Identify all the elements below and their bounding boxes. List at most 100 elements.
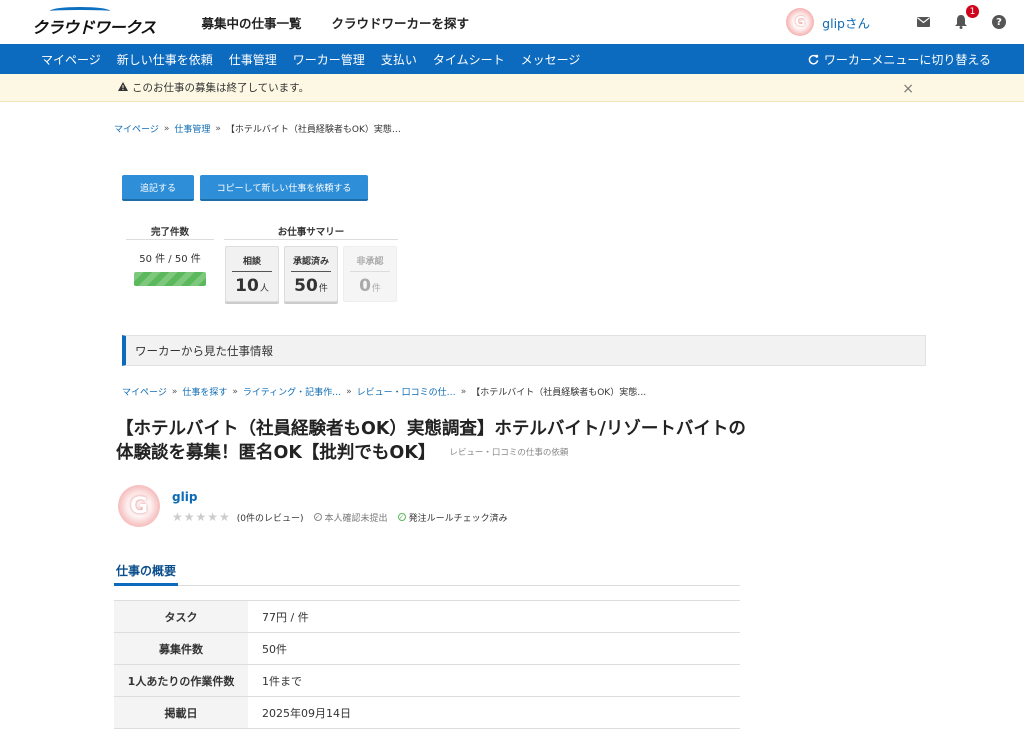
check-circle-icon: ✓ <box>397 513 406 521</box>
nav-worker-management[interactable]: ワーカー管理 <box>293 51 365 68</box>
job-title-block: 【ホテルバイト（社員経験者もOK）実態調査】ホテルバイト/リゾートバイトの体験談… <box>116 417 756 465</box>
overview-title: 仕事の概要 <box>114 559 179 586</box>
job-summary-panel: お仕事サマリー 相談 10人 承認済み 50件 非承認 0件 <box>224 222 398 302</box>
completed-count-value: 50 件 / 50 件 <box>139 254 201 265</box>
job-title: 【ホテルバイト（社員経験者もOK）実態調査】ホテルバイト/リゾートバイトの体験談… <box>116 419 746 463</box>
nav-messages[interactable]: メッセージ <box>521 51 581 68</box>
closed-job-alert: このお仕事の募集は終了しています。 × <box>0 74 1024 102</box>
client-details: glip ★★★★★ (0件のレビュー) ✓ 本人確認未提出 ✓ 発注ルールチェック… <box>172 490 518 524</box>
breadcrumb-separator: » <box>171 386 178 397</box>
summary-box-unit: 件 <box>371 284 381 294</box>
breadcrumb-current: 【ホテルバイト（社員経験者もOK）実態… <box>471 388 647 398</box>
table-row: 1人あたりの作業件数 1件まで <box>114 664 740 697</box>
identity-status-label: 本人確認未提出 <box>324 513 388 524</box>
client-avatar[interactable]: G <box>118 485 160 527</box>
logo-text: クラウドワークス <box>32 17 156 37</box>
nav-timesheet[interactable]: タイムシート <box>433 51 505 68</box>
summary-box-unit: 件 <box>318 284 328 294</box>
breadcrumb-separator: » <box>460 386 467 397</box>
job-category[interactable]: レビュー・口コミの仕事の依頼 <box>449 448 568 458</box>
header-user-area: G glipさん 1 ? <box>786 5 1008 36</box>
summary-box-label: 相談 <box>232 247 272 272</box>
jobs-list-link[interactable]: 募集中の仕事一覧 <box>202 13 302 32</box>
breadcrumb-reviews[interactable]: レビュー・口コミの仕… <box>357 385 456 398</box>
nav-new-job[interactable]: 新しい仕事を依頼 <box>117 51 213 68</box>
summary-box-number: 0件 <box>344 276 396 296</box>
bell-icon[interactable]: 1 <box>952 5 979 31</box>
table-row: 掲載日 2025年09月14日 <box>114 696 740 729</box>
job-summary-title: お仕事サマリー <box>224 222 398 240</box>
row-value: 77円 / 件 <box>248 600 740 633</box>
main-content: マイページ » 仕事管理 » 【ホテルバイト（社員経験者もOK）実態… 追記する… <box>114 122 926 729</box>
rating-stars: ★★★★★ <box>172 510 231 524</box>
completed-progress-bar <box>134 272 206 286</box>
warning-icon <box>118 81 128 94</box>
nav-job-management[interactable]: 仕事管理 <box>229 51 277 68</box>
alert-message: このお仕事の募集は終了しています。 <box>132 82 310 94</box>
summary-consultation-box[interactable]: 相談 10人 <box>225 246 279 302</box>
action-buttons: 追記する コピーして新しい仕事を依頼する <box>122 175 368 201</box>
identity-status: ✓ 本人確認未提出 <box>313 511 388 524</box>
section-title: ワーカーから見た仕事情報 <box>122 335 926 366</box>
row-key: 募集件数 <box>114 632 248 665</box>
rules-status: ✓ 発注ルールチェック済み <box>397 511 508 524</box>
completed-count-title: 完了件数 <box>126 222 214 240</box>
overview-tab-bar: 仕事の概要 <box>114 559 740 586</box>
switch-to-worker-menu[interactable]: ワーカーメニューに切り替える <box>808 51 991 68</box>
summary-approved-box[interactable]: 承認済み 50件 <box>284 246 338 302</box>
summary-box-value: 50 <box>294 276 318 296</box>
crowdworks-logo[interactable]: クラウドワークス <box>32 6 156 38</box>
breadcrumb-mypage[interactable]: マイページ <box>122 385 167 398</box>
close-icon[interactable]: × <box>902 81 914 97</box>
refresh-icon <box>808 54 819 64</box>
row-value: 2025年09月14日 <box>248 696 740 729</box>
find-workers-link[interactable]: クラウドワーカーを探す <box>332 13 470 32</box>
breadcrumb-current: 【ホテルバイト（社員経験者もOK）実態… <box>225 125 401 135</box>
row-key: 1人あたりの作業件数 <box>114 664 248 697</box>
row-value: 1件まで <box>248 664 740 697</box>
notification-badge: 1 <box>966 5 979 18</box>
copy-job-button[interactable]: コピーして新しい仕事を依頼する <box>200 175 368 201</box>
row-key: タスク <box>114 600 248 633</box>
client-info: G glip ★★★★★ (0件のレビュー) ✓ 本人確認未提出 ✓ 発注ルールチェ… <box>118 485 518 527</box>
help-symbol: ? <box>992 15 1006 29</box>
summary-rejected-box: 非承認 0件 <box>343 246 397 302</box>
job-stats: 完了件数 50 件 / 50 件 お仕事サマリー 相談 10人 承認済み 50件… <box>126 222 398 302</box>
summary-box-label: 承認済み <box>291 247 331 272</box>
client-name-link[interactable]: glip <box>172 490 518 504</box>
overview-table: タスク 77円 / 件 募集件数 50件 1人あたりの作業件数 1件まで 掲載日… <box>114 600 740 729</box>
summary-box-value: 10 <box>235 276 259 296</box>
check-circle-icon: ✓ <box>313 513 322 521</box>
breadcrumb-separator: » <box>232 386 238 397</box>
client-meta: ★★★★★ (0件のレビュー) ✓ 本人確認未提出 ✓ 発注ルールチェック済み <box>172 510 518 524</box>
avatar[interactable]: G <box>786 8 815 36</box>
summary-box-number: 50件 <box>285 276 337 296</box>
switch-label: ワーカーメニューに切り替える <box>823 52 991 67</box>
review-count[interactable]: (0件のレビュー) <box>237 511 304 524</box>
nav-mypage[interactable]: マイページ <box>41 51 101 68</box>
summary-box-unit: 人 <box>259 284 269 294</box>
summary-box-value: 0 <box>359 276 371 296</box>
summary-box-label: 非承認 <box>350 247 390 272</box>
top-header: クラウドワークス 募集中の仕事一覧 クラウドワーカーを探す G glipさん 1… <box>0 0 1024 44</box>
row-value: 50件 <box>248 632 740 665</box>
breadcrumb-mypage[interactable]: マイページ <box>114 122 159 135</box>
breadcrumb-find-jobs[interactable]: 仕事を探す <box>182 385 227 398</box>
breadcrumb-writing[interactable]: ライティング・記事作… <box>243 385 341 398</box>
row-key: 掲載日 <box>114 696 248 729</box>
table-row: タスク 77円 / 件 <box>114 600 740 633</box>
breadcrumb-job-management[interactable]: 仕事管理 <box>174 122 210 135</box>
table-row: 募集件数 50件 <box>114 632 740 665</box>
mail-icon[interactable] <box>914 13 932 31</box>
breadcrumb-separator: » <box>163 123 170 134</box>
completed-count-panel: 完了件数 50 件 / 50 件 <box>126 222 214 302</box>
user-name-link[interactable]: glipさん <box>822 13 870 32</box>
breadcrumb-separator: » <box>215 123 221 134</box>
rules-status-label: 発注ルールチェック済み <box>408 513 508 524</box>
nav-payments[interactable]: 支払い <box>381 51 417 68</box>
breadcrumb: マイページ » 仕事管理 » 【ホテルバイト（社員経験者もOK）実態… <box>114 122 926 136</box>
main-nav: マイページ 新しい仕事を依頼 仕事管理 ワーカー管理 支払い タイムシート メッ… <box>0 44 1024 74</box>
help-icon[interactable]: ? <box>990 13 1008 31</box>
add-note-button[interactable]: 追記する <box>122 175 194 201</box>
breadcrumb-separator: » <box>346 386 352 397</box>
